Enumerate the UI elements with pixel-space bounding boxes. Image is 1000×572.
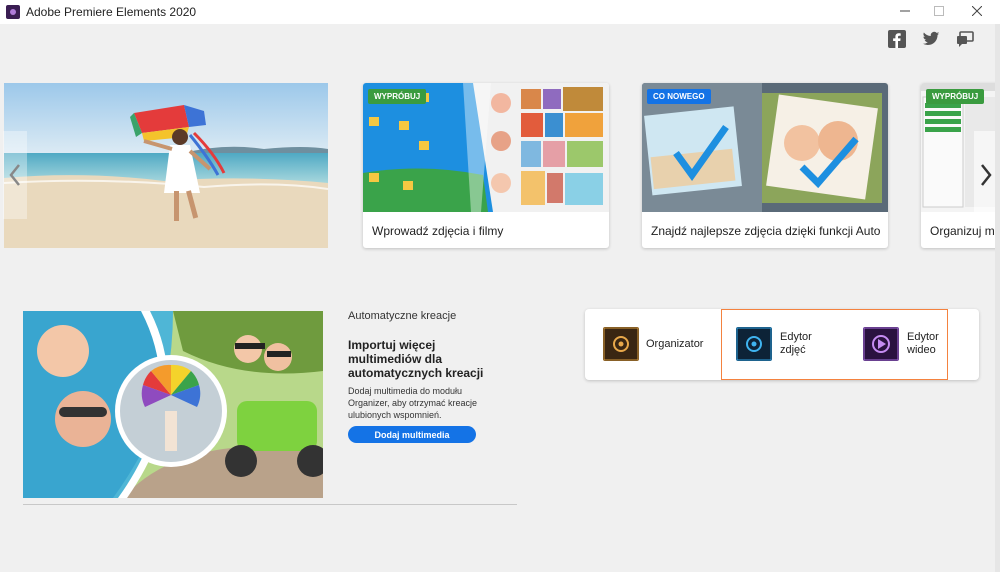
facebook-icon: [888, 30, 906, 48]
minimize-button[interactable]: [888, 0, 922, 24]
card-badge: WYPRÓBUJ: [368, 89, 427, 104]
auto-creations-description: Dodaj multimedia do modułu Organizer, ab…: [348, 386, 478, 420]
close-icon: [971, 5, 983, 17]
card-thumbnail-auto-curate: CO NOWEGO: [642, 83, 888, 212]
card-caption: Organizuj ma: [930, 224, 1000, 238]
organizer-app-icon: [603, 327, 639, 361]
add-media-button[interactable]: Dodaj multimedia: [348, 426, 476, 443]
close-button[interactable]: [960, 0, 994, 24]
twitter-button[interactable]: [922, 30, 940, 48]
card-caption: Znajdź najlepsze zdjęcia dzięki funkcji …: [651, 224, 881, 238]
vertical-scrollbar[interactable]: [995, 24, 1000, 572]
maximize-icon: [934, 6, 944, 16]
card-thumbnail-import: WYPRÓBUJ: [363, 83, 609, 212]
hero-beach-image[interactable]: [4, 83, 328, 248]
auto-creations-title: Automatyczne kreacje: [348, 310, 457, 322]
feedback-icon: [957, 31, 974, 47]
card-caption: Wprowadź zdjęcia i filmy: [372, 224, 504, 238]
carousel-card-import[interactable]: WYPRÓBUJ Wprowadź zdjęcia i filmy: [363, 83, 609, 248]
organizer-launch-button[interactable]: Organizator: [585, 309, 721, 380]
auto-creations-image: [23, 311, 323, 498]
feedback-button[interactable]: [956, 30, 974, 48]
app-logo-icon: [6, 5, 20, 19]
chevron-right-icon: [981, 164, 992, 186]
minimize-icon: [900, 10, 910, 12]
organizer-label: Organizator: [646, 338, 704, 350]
window-title: Adobe Premiere Elements 2020: [26, 5, 197, 19]
carousel-prev-button[interactable]: [3, 131, 27, 219]
facebook-button[interactable]: [888, 30, 906, 48]
chevron-left-icon: [9, 164, 20, 186]
card-badge: WYPRÓBUJ: [926, 89, 985, 104]
section-divider: [23, 504, 517, 505]
auto-creations-heading: Importuj więcej multimediów dla automaty…: [348, 338, 484, 380]
title-bar: Adobe Premiere Elements 2020: [0, 0, 1000, 24]
carousel-card-auto-curate[interactable]: CO NOWEGO Znajdź najlepsze zdjęcia dzięk…: [642, 83, 888, 248]
maximize-button[interactable]: [922, 0, 956, 24]
editors-highlight-frame: [721, 309, 948, 380]
twitter-icon: [922, 31, 940, 46]
card-badge: CO NOWEGO: [647, 89, 711, 104]
